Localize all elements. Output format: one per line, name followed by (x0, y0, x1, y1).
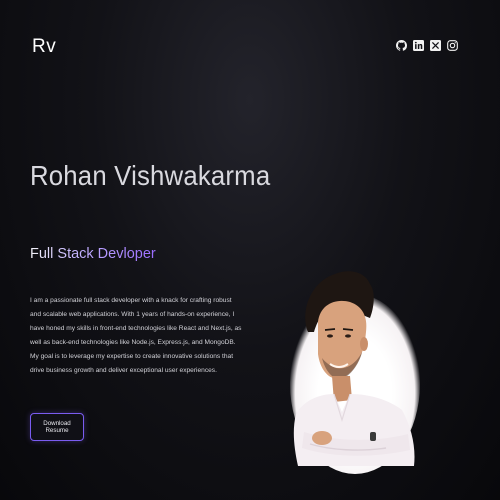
hero-name: Rohan Vishwakarma (30, 160, 271, 191)
github-icon[interactable] (396, 40, 407, 51)
instagram-icon[interactable] (447, 40, 458, 51)
hero-bio: I am a passionate full stack developer w… (30, 297, 242, 374)
site-logo[interactable]: Rv (32, 36, 56, 58)
hero-role: Full Stack Devloper (30, 246, 156, 262)
download-resume-button[interactable]: Download Resume (30, 413, 84, 441)
portrait-illustration (293, 271, 415, 466)
linkedin-icon[interactable] (413, 40, 424, 51)
social-links (396, 40, 458, 51)
profile-photo (290, 271, 420, 474)
x-twitter-icon[interactable] (430, 40, 441, 51)
